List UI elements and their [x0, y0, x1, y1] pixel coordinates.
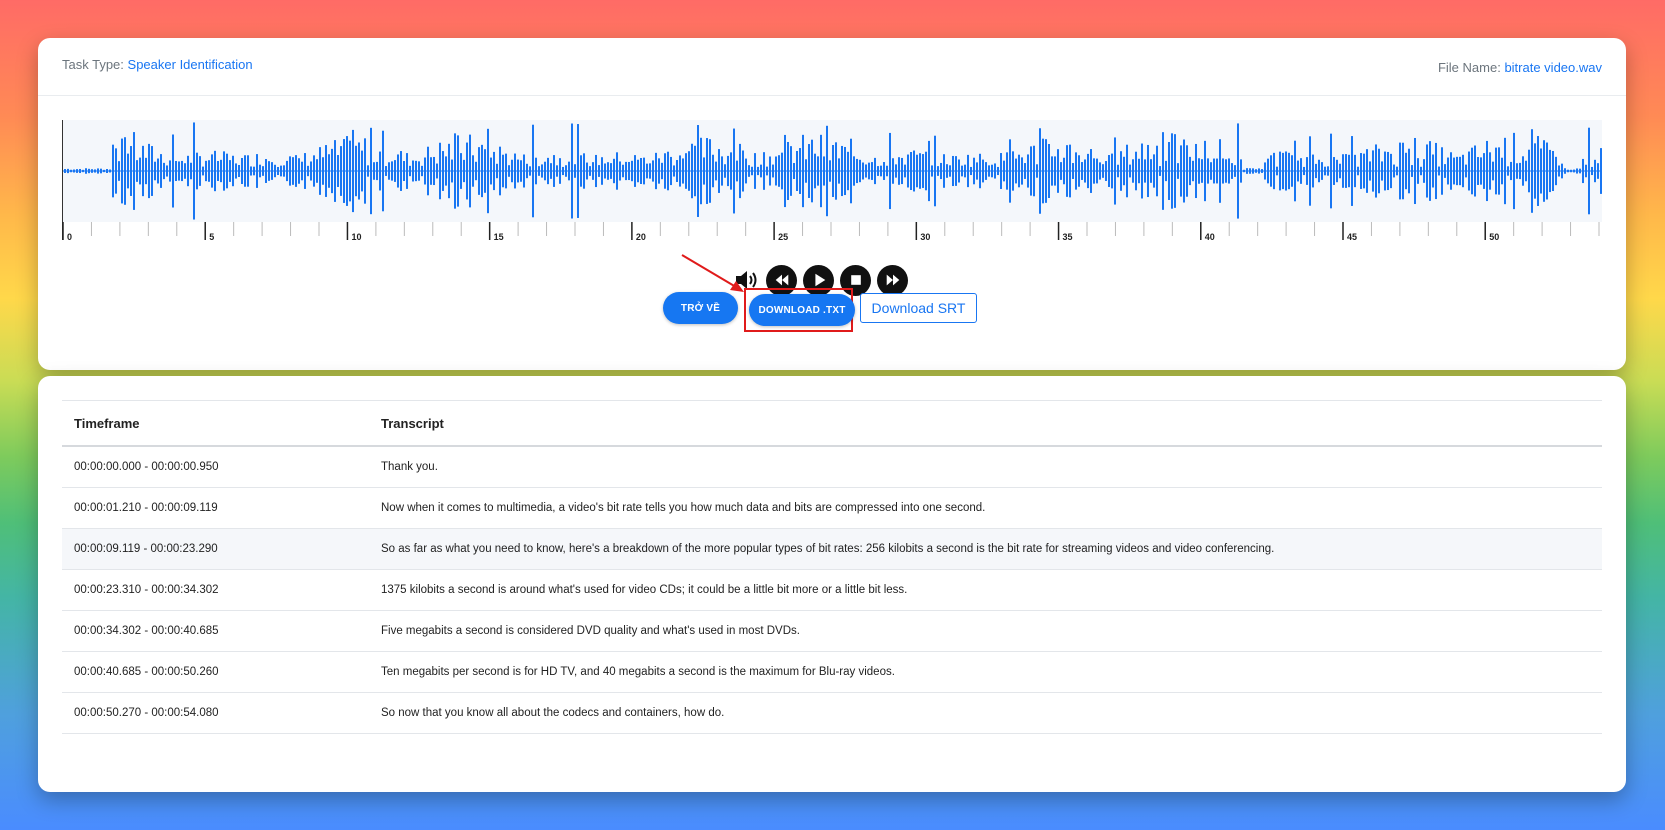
table-row[interactable]: 00:00:01.210 - 00:00:09.119 Now when it …	[62, 487, 1602, 529]
back-button[interactable]: TRỞ VỀ	[663, 292, 738, 324]
timeframe-cell: 00:00:01.210 - 00:00:09.119	[62, 487, 369, 529]
task-type-label: Task Type:	[62, 57, 124, 72]
timeframe-cell: 00:00:00.000 - 00:00:00.950	[62, 446, 369, 488]
timeline-tick-label: 30	[920, 232, 930, 242]
file-name-label: File Name:	[1437, 60, 1501, 75]
timeframe-cell: 00:00:23.310 - 00:00:34.302	[62, 569, 369, 611]
timeframe-cell: 00:00:50.270 - 00:00:54.080	[62, 692, 369, 734]
timeline-tick-label: 10	[351, 232, 361, 242]
header-transcript: Transcript	[369, 400, 1602, 447]
task-type-value: Speaker Identification	[127, 57, 253, 72]
timeline-tick-label: 20	[636, 232, 646, 242]
audio-player-card: Task Type: Speaker Identification File N…	[38, 38, 1626, 370]
timeframe-cell: 00:00:09.119 - 00:00:23.290	[62, 528, 369, 570]
timeline[interactable]: 0 5 10 15 20 25 30 35 40 45 50	[62, 222, 1602, 244]
transcript-cell: Ten megabits per second is for HD TV, an…	[369, 651, 1602, 693]
timeframe-cell: 00:00:40.685 - 00:00:50.260	[62, 651, 369, 693]
table-row[interactable]: 00:00:34.302 - 00:00:40.685 Five megabit…	[62, 610, 1602, 652]
timeline-tick-label: 45	[1347, 232, 1357, 242]
timeline-tick-label: 0	[67, 232, 72, 242]
transcript-card: Timeframe Transcript 00:00:00.000 - 00:0…	[38, 376, 1626, 792]
table-row[interactable]: 00:00:40.685 - 00:00:50.260 Ten megabits…	[62, 651, 1602, 693]
transcript-cell: So as far as what you need to know, here…	[369, 528, 1602, 570]
timeframe-cell: 00:00:34.302 - 00:00:40.685	[62, 610, 369, 652]
timeline-tick-label: 15	[494, 232, 504, 242]
transcript-cell: Thank you.	[369, 446, 1602, 488]
waveform[interactable]	[62, 120, 1602, 222]
download-txt-button[interactable]: DOWNLOAD .TXT	[749, 294, 855, 326]
timeline-tick-label: 35	[1063, 232, 1073, 242]
table-row[interactable]: 00:00:23.310 - 00:00:34.302 1375 kilobit…	[62, 569, 1602, 611]
timeline-tick-label: 40	[1205, 232, 1215, 242]
transcript-cell: Five megabits a second is considered DVD…	[369, 610, 1602, 652]
fast-forward-icon[interactable]	[877, 264, 908, 296]
task-type: Task Type: Speaker Identification	[62, 57, 253, 72]
transcript-table: Timeframe Transcript 00:00:00.000 - 00:0…	[62, 400, 1602, 734]
timeline-tick-label: 25	[778, 232, 788, 242]
transcript-cell: 1375 kilobits a second is around what's …	[369, 569, 1602, 611]
table-header-row: Timeframe Transcript	[62, 400, 1602, 447]
table-row[interactable]: 00:00:09.119 - 00:00:23.290 So as far as…	[62, 528, 1602, 570]
header-divider	[38, 95, 1626, 96]
timeline-tick-label: 50	[1489, 232, 1499, 242]
timeline-tick-label: 5	[209, 232, 214, 242]
transcript-cell: So now that you know all about the codec…	[369, 692, 1602, 734]
header-timeframe: Timeframe	[62, 400, 369, 447]
file-name-value: bitrate video.wav	[1504, 60, 1602, 75]
file-name: File Name: bitrate video.wav	[1438, 60, 1602, 75]
table-row[interactable]: 00:00:50.270 - 00:00:54.080 So now that …	[62, 692, 1602, 734]
table-row[interactable]: 00:00:00.000 - 00:00:00.950 Thank you.	[62, 446, 1602, 488]
download-srt-button[interactable]: Download SRT	[860, 293, 977, 323]
transcript-cell: Now when it comes to multimedia, a video…	[369, 487, 1602, 529]
